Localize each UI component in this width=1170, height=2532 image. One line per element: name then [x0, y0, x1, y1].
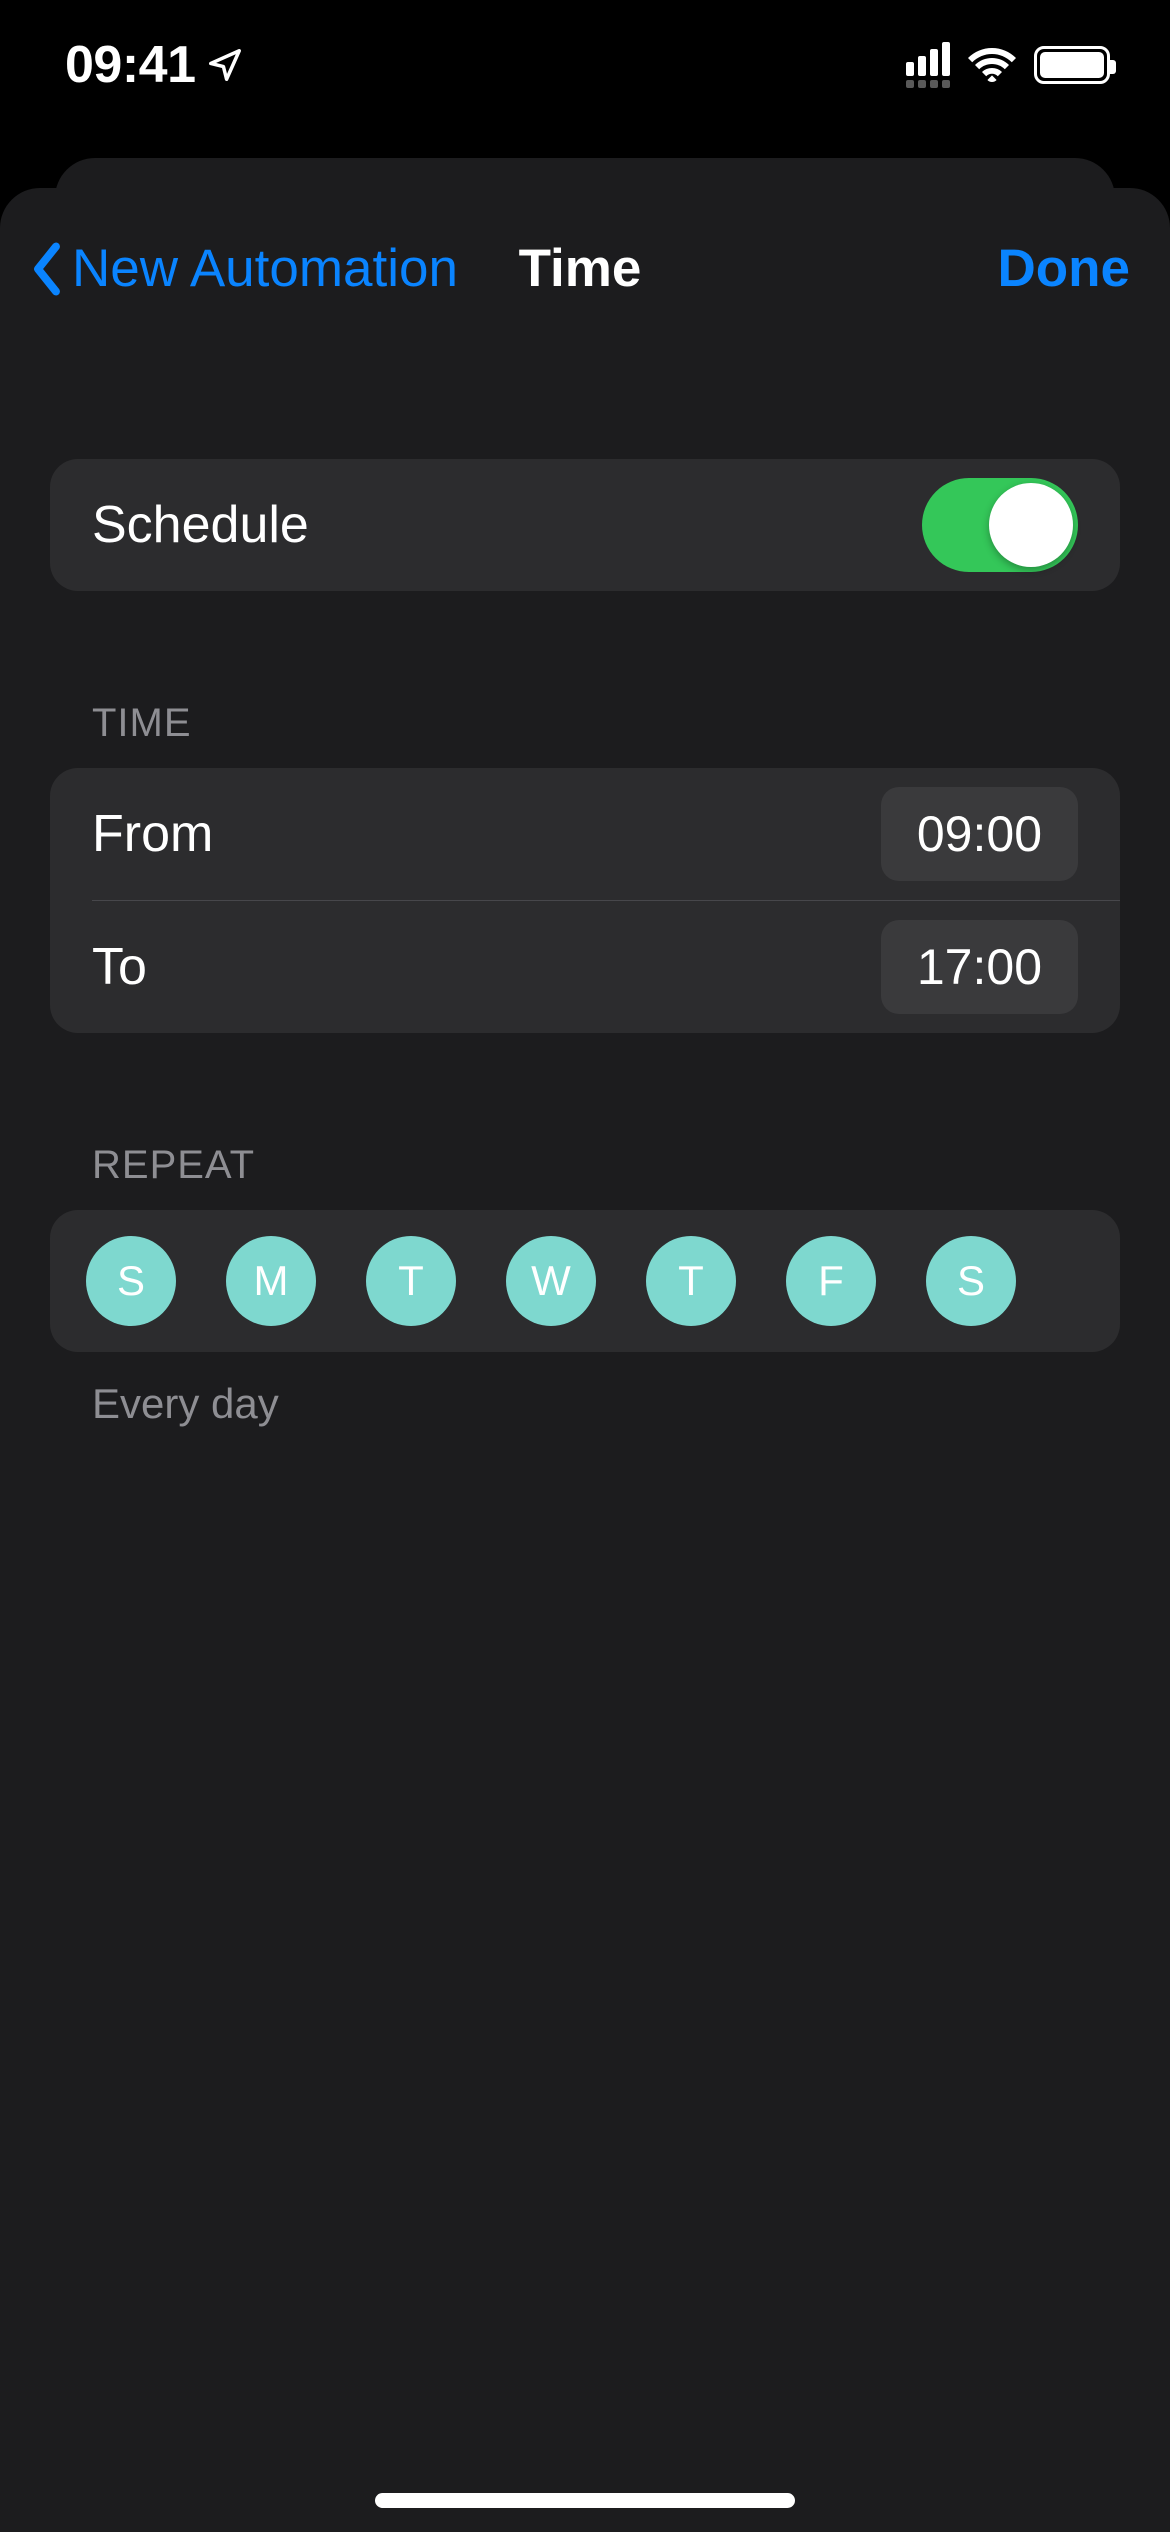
home-indicator[interactable] — [375, 2493, 795, 2508]
battery-icon — [1034, 46, 1110, 84]
time-group: From 09:00 To 17:00 — [50, 768, 1120, 1033]
status-bar: 09:41 — [0, 0, 1170, 140]
page-title: Time — [519, 238, 642, 299]
time-from-row: From 09:00 — [50, 768, 1120, 900]
chevron-left-icon — [30, 242, 64, 296]
content-area: Schedule TIME From 09:00 To 17:00 REPEAT… — [0, 359, 1170, 1428]
modal-sheet: New Automation Time Done Schedule TIME F… — [0, 188, 1170, 2532]
from-label: From — [92, 804, 213, 864]
status-time-group: 09:41 — [65, 35, 244, 95]
wifi-icon — [968, 46, 1016, 84]
day-thursday[interactable]: T — [646, 1236, 736, 1326]
schedule-label: Schedule — [92, 495, 309, 555]
repeat-section-header: REPEAT — [50, 1143, 1120, 1210]
day-tuesday[interactable]: T — [366, 1236, 456, 1326]
time-section-header: TIME — [50, 701, 1120, 768]
back-label: New Automation — [72, 238, 458, 299]
status-time: 09:41 — [65, 35, 196, 95]
schedule-toggle[interactable] — [922, 478, 1078, 572]
to-time-value[interactable]: 17:00 — [881, 920, 1078, 1014]
status-indicators — [906, 42, 1110, 88]
back-button[interactable]: New Automation — [30, 238, 458, 299]
day-wednesday[interactable]: W — [506, 1236, 596, 1326]
done-button[interactable]: Done — [998, 238, 1131, 299]
to-label: To — [92, 937, 147, 997]
day-picker: S M T W T F S — [50, 1210, 1120, 1352]
day-saturday[interactable]: S — [926, 1236, 1016, 1326]
cellular-signal-icon — [906, 42, 950, 88]
nav-bar: New Automation Time Done — [0, 188, 1170, 359]
day-sunday[interactable]: S — [86, 1236, 176, 1326]
day-monday[interactable]: M — [226, 1236, 316, 1326]
time-to-row: To 17:00 — [50, 901, 1120, 1033]
from-time-value[interactable]: 09:00 — [881, 787, 1078, 881]
schedule-group: Schedule — [50, 459, 1120, 591]
day-friday[interactable]: F — [786, 1236, 876, 1326]
schedule-row: Schedule — [50, 459, 1120, 591]
location-icon — [206, 46, 244, 84]
switch-knob — [989, 483, 1073, 567]
repeat-footer: Every day — [50, 1352, 1120, 1428]
